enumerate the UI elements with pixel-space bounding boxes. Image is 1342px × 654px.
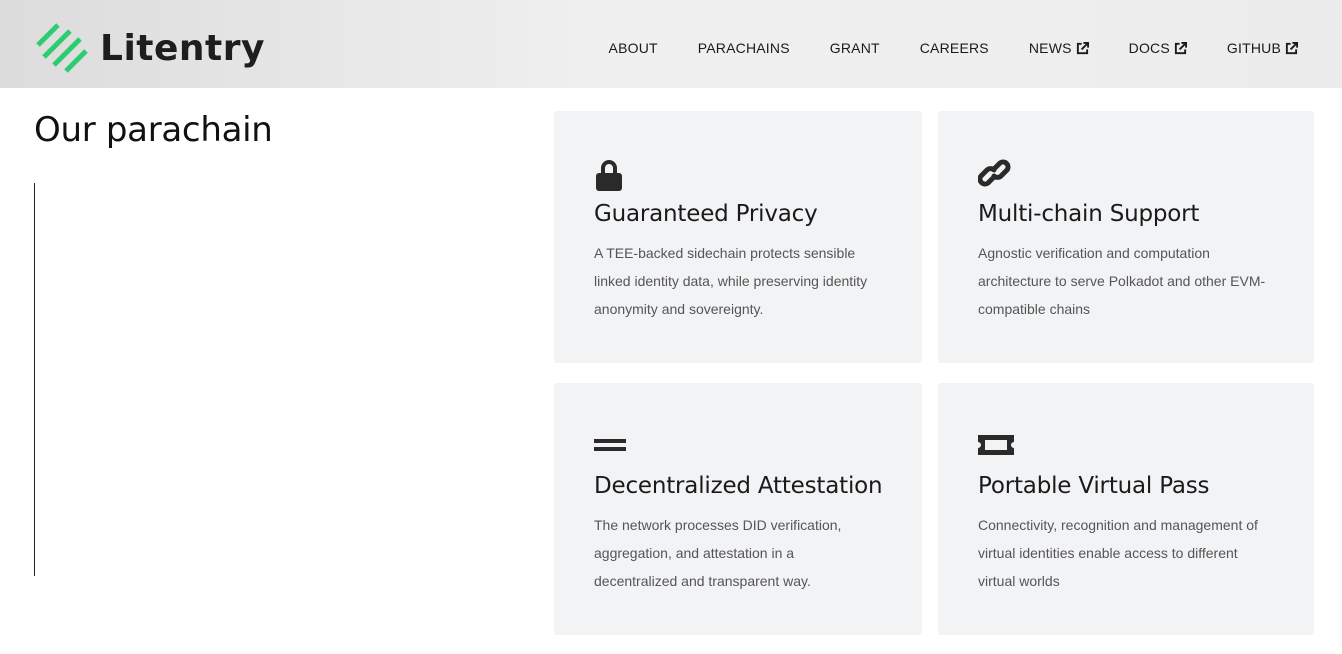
- vertical-divider: [34, 183, 35, 576]
- feature-card-attestation: Decentralized Attestation The network pr…: [554, 383, 922, 635]
- card-title: Guaranteed Privacy: [594, 201, 818, 227]
- card-title: Multi-chain Support: [978, 201, 1200, 227]
- site-header: Litentry ABOUT PARACHAINS GRANT CAREERS …: [0, 0, 1342, 88]
- card-text: A TEE-backed sidechain protects sensible…: [594, 245, 868, 317]
- nav-docs-label: DOCS: [1128, 40, 1170, 56]
- link-icon: [978, 159, 1011, 187]
- nav-parachains-label: PARACHAINS: [697, 40, 790, 56]
- nav-github-label: GITHUB: [1226, 40, 1281, 56]
- card-text: The network processes DID verification, …: [594, 517, 842, 589]
- logo-text: Litentry: [100, 27, 265, 69]
- card-title: Decentralized Attestation: [594, 473, 883, 499]
- external-link-icon: [1285, 41, 1298, 54]
- feature-card-virtual-pass: Portable Virtual Pass Connectivity, reco…: [938, 383, 1314, 635]
- nav-docs[interactable]: DOCS: [1129, 40, 1187, 56]
- section-title: Our parachain: [34, 110, 273, 150]
- nav-news[interactable]: NEWS: [1029, 40, 1089, 56]
- nav-parachains[interactable]: PARACHAINS: [698, 40, 790, 56]
- feature-card-multichain: Multi-chain Support Agnostic verificatio…: [938, 111, 1314, 363]
- card-text: Agnostic verification and computation ar…: [978, 245, 1266, 317]
- card-text: Connectivity, recognition and management…: [978, 517, 1258, 589]
- lock-icon: [596, 160, 622, 191]
- ticket-icon: [978, 435, 1014, 455]
- equals-icon: [594, 439, 626, 451]
- nav-github[interactable]: GITHUB: [1227, 40, 1298, 56]
- external-link-icon: [1076, 41, 1089, 54]
- main-nav: ABOUT PARACHAINS GRANT CAREERS NEWS DOCS: [569, 40, 1298, 56]
- nav-about-label: ABOUT: [608, 40, 658, 56]
- feature-card-privacy: Guaranteed Privacy A TEE-backed sidechai…: [554, 111, 922, 363]
- nav-careers-label: CAREERS: [919, 40, 989, 56]
- nav-news-label: NEWS: [1028, 40, 1072, 56]
- nav-about[interactable]: ABOUT: [609, 40, 658, 56]
- nav-grant-label: GRANT: [829, 40, 880, 56]
- card-title: Portable Virtual Pass: [978, 473, 1210, 499]
- external-link-icon: [1174, 41, 1187, 54]
- nav-careers[interactable]: CAREERS: [920, 40, 989, 56]
- litentry-logo-icon: [36, 23, 88, 73]
- nav-grant[interactable]: GRANT: [830, 40, 880, 56]
- litentry-logo[interactable]: Litentry: [34, 23, 265, 73]
